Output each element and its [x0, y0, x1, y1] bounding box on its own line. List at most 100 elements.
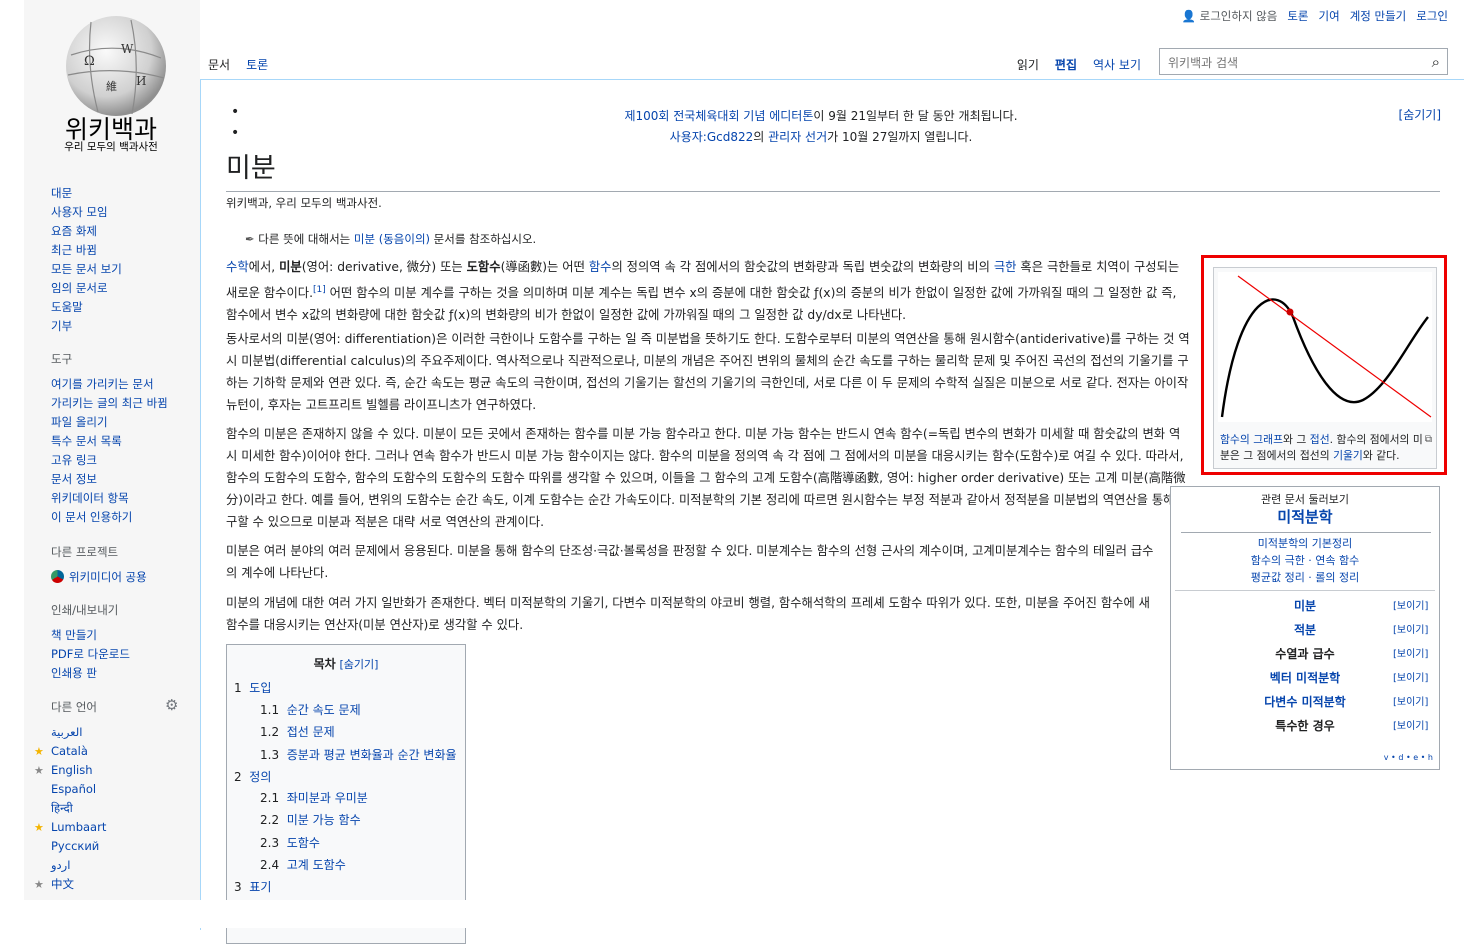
tab-article[interactable]: 문서 — [200, 46, 239, 80]
notice-link-election[interactable]: 관리자 선거 — [768, 130, 827, 144]
paragraph-4: 미분은 여러 분야의 여러 문제에서 응용된다. 미분을 통해 함수의 단조성·… — [226, 544, 1154, 580]
lang-lmo[interactable]: ★ Lumbaart — [34, 818, 201, 837]
enlarge-icon[interactable]: ⧉ — [1425, 432, 1432, 448]
search-input[interactable] — [1166, 50, 1420, 75]
tangent-graph-image[interactable] — [1218, 272, 1432, 422]
tool-page-info[interactable]: 문서 정보 — [51, 470, 168, 489]
tool-special-pages[interactable]: 특수 문서 목록 — [51, 432, 168, 451]
caption-link-tangent[interactable]: 접선 — [1310, 433, 1330, 446]
commons-link[interactable]: 위키미디어 공용 — [51, 568, 147, 587]
navbox-line-3[interactable]: 평균값 정리 · 롤의 정리 — [1171, 569, 1439, 585]
toc-item-2-2[interactable]: 2.2 미분 가능 함수 — [260, 811, 361, 828]
row-label[interactable]: 적분 — [1294, 623, 1316, 637]
tools-heading: 도구 — [51, 352, 73, 366]
site-tagline: 위키백과, 우리 모두의 백과사전. — [226, 196, 382, 210]
print-section: 인쇄/내보내기 책 만들기 PDF로 다운로드 인쇄용 판 — [51, 601, 130, 683]
tool-upload[interactable]: 파일 올리기 — [51, 413, 168, 432]
gear-icon[interactable]: ⚙ — [165, 696, 178, 715]
toc-item-1-3[interactable]: 1.3 증분과 평균 변화율과 순간 변화율 — [260, 746, 457, 763]
lang-ar[interactable]: العربية — [51, 723, 201, 742]
paragraph-1: 수학에서, 미분(영어: derivative, 微分) 또는 도함수(導函數)… — [226, 256, 1190, 326]
nav-main-page[interactable]: 대문 — [51, 184, 122, 203]
toc-item-1[interactable]: 1 도입 — [234, 679, 271, 696]
lang-zh[interactable]: ★ 中文 — [34, 875, 201, 894]
nav-recent-changes[interactable]: 최근 바뀜 — [51, 241, 122, 260]
toc-item-2[interactable]: 2 정의 — [234, 768, 271, 785]
notice-link-editathon[interactable]: 제100회 전국체육대회 기념 에디터톤 — [624, 109, 813, 123]
thumbnail: ⧉ 함수의 그래프와 그 접선. 함수의 점에서의 미분은 그 점에서의 접선의 … — [1213, 267, 1437, 469]
hide-notice-link[interactable]: [숨기기] — [1399, 106, 1441, 123]
toc-item-3[interactable]: 3 표기 — [234, 878, 271, 895]
print-pdf[interactable]: PDF로 다운로드 — [51, 645, 130, 664]
print-book[interactable]: 책 만들기 — [51, 626, 130, 645]
row-label[interactable]: 미분 — [1294, 599, 1316, 613]
not-logged-in-label: 로그인하지 않음 — [1199, 9, 1278, 23]
search-icon[interactable]: ⌕ — [1432, 53, 1440, 71]
notice-line-2: 사용자:Gcd822의 관리자 선거가 10월 27일까지 열립니다. — [201, 127, 1441, 148]
show-button[interactable]: [보이기] — [1393, 621, 1428, 636]
create-account-link[interactable]: 계정 만들기 — [1350, 8, 1407, 24]
show-button[interactable]: [보이기] — [1393, 717, 1428, 732]
caption-link-graph[interactable]: 함수의 그래프 — [1220, 433, 1283, 446]
nav-random[interactable]: 임의 문서로 — [51, 279, 122, 298]
login-link[interactable]: 로그인 — [1416, 8, 1448, 24]
lang-en[interactable]: ★ English — [34, 761, 201, 780]
lang-es[interactable]: Español — [51, 780, 201, 799]
show-button[interactable]: [보이기] — [1393, 669, 1428, 684]
tool-cite[interactable]: 이 문서 인용하기 — [51, 508, 168, 527]
show-button[interactable]: [보이기] — [1393, 645, 1428, 660]
personal-talk-link[interactable]: 토론 — [1287, 8, 1308, 24]
tab-edit[interactable]: 편집 — [1046, 46, 1086, 80]
tab-talk[interactable]: 토론 — [238, 46, 277, 80]
tool-wikidata[interactable]: 위키데이터 항목 — [51, 489, 168, 508]
thumbnail-caption: ⧉ 함수의 그래프와 그 접선. 함수의 점에서의 미분은 그 점에서의 접선의 … — [1220, 432, 1432, 464]
show-button[interactable]: [보이기] — [1393, 597, 1428, 612]
lang-ur[interactable]: اردو — [51, 856, 201, 875]
tool-related-changes[interactable]: 가리키는 글의 최근 바뀜 — [51, 394, 168, 413]
lang-ru[interactable]: Русский — [51, 837, 201, 856]
nav-community[interactable]: 사용자 모임 — [51, 203, 122, 222]
tool-what-links-here[interactable]: 여기를 가리키는 문서 — [51, 375, 168, 394]
navbox-line-1[interactable]: 미적분학의 기본정리 — [1171, 535, 1439, 551]
lang-ca[interactable]: ★ Català — [34, 742, 201, 761]
row-label[interactable]: 벡터 미적분학 — [1270, 671, 1340, 685]
link-limit[interactable]: 극한 — [994, 260, 1017, 274]
nav-donate[interactable]: 기부 — [51, 317, 122, 336]
tab-history[interactable]: 역사 보기 — [1085, 46, 1149, 80]
svg-text:維: 維 — [106, 80, 117, 93]
nav-all-pages[interactable]: 모든 문서 보기 — [51, 260, 122, 279]
link-math[interactable]: 수학 — [226, 260, 249, 274]
navbox-row-vector: 벡터 미적분학 [보이기] — [1171, 669, 1439, 686]
show-button[interactable]: [보이기] — [1393, 693, 1428, 708]
toc-num: 2 — [234, 770, 242, 784]
print-printable[interactable]: 인쇄용 판 — [51, 664, 130, 683]
lang-hi[interactable]: हिन्दी — [51, 799, 201, 818]
notice-link-user[interactable]: 사용자:Gcd822 — [670, 130, 754, 144]
wikipedia-logo[interactable]: Ω W И 維 위키백과 우리 모두의 백과사전 — [36, 10, 186, 160]
puzzle-globe-icon: Ω W И 維 — [66, 16, 166, 116]
navbox-title[interactable]: 미적분학 — [1171, 506, 1439, 527]
text: 와 그 — [1283, 433, 1310, 446]
caption-link-slope[interactable]: 기울기 — [1333, 449, 1363, 462]
row-label[interactable]: 다변수 미적분학 — [1264, 695, 1345, 709]
citation-link[interactable]: [1] — [313, 285, 326, 295]
link-function[interactable]: 함수 — [589, 260, 612, 274]
personal-contrib-link[interactable]: 기여 — [1319, 8, 1340, 24]
toc-item-1-1[interactable]: 1.1 순간 속도 문제 — [260, 701, 361, 718]
toc-item-1-2[interactable]: 1.2 접선 문제 — [260, 723, 335, 740]
nav-help[interactable]: 도움말 — [51, 298, 122, 317]
tool-permalink[interactable]: 고유 링크 — [51, 451, 168, 470]
toc-item-2-4[interactable]: 2.4 고계 도함수 — [260, 856, 346, 873]
toc-text: 순간 속도 문제 — [286, 703, 361, 717]
hatnote-link[interactable]: 미분 (동음이의) — [354, 232, 430, 246]
disambiguation-icon: ✒ — [245, 232, 255, 246]
toc-item-2-1[interactable]: 2.1 좌미분과 우미분 — [260, 789, 368, 806]
nav-current-events[interactable]: 요즘 화제 — [51, 222, 122, 241]
toc-item-2-3[interactable]: 2.3 도함수 — [260, 834, 320, 851]
navbox-line-2[interactable]: 함수의 극한 · 연속 함수 — [1171, 552, 1439, 568]
site-notice: 제100회 전국체육대회 기념 에디터톤이 9월 21일부터 한 달 동안 개최… — [201, 106, 1441, 148]
toc-num: 2.3 — [260, 836, 280, 850]
toc-hide-link[interactable]: [숨기기] — [339, 658, 378, 671]
navbox-vde[interactable]: v • d • e • h — [1384, 753, 1433, 762]
tab-read[interactable]: 읽기 — [1008, 46, 1047, 80]
